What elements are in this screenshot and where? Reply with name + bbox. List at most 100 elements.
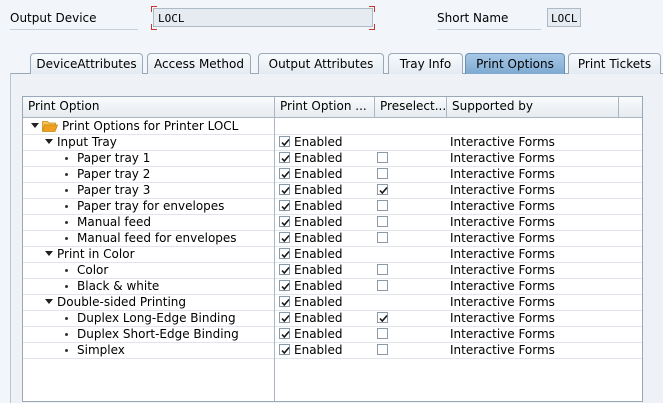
print-option-value: Enabled [294, 327, 343, 341]
preselect-checkbox[interactable] [377, 312, 388, 323]
enabled-checkbox[interactable] [279, 328, 290, 339]
print-option-value: Enabled [294, 343, 343, 357]
short-name-label-underline [437, 29, 541, 30]
print-option-value: Enabled [294, 167, 343, 181]
table-header: Print Option Print Option ... Preselect.… [23, 97, 642, 118]
leaf-bullet-icon [65, 237, 68, 240]
column-header-print-option[interactable]: Print Option [23, 97, 275, 117]
table-row[interactable]: Paper tray 2 Enabled Interactive Forms [23, 166, 642, 183]
print-option-value: Enabled [294, 311, 343, 325]
supported-by-value: Interactive Forms [450, 167, 555, 181]
enabled-checkbox[interactable] [279, 280, 290, 291]
table-row[interactable]: Color Enabled Interactive Forms [23, 262, 642, 279]
supported-by-value: Interactive Forms [450, 295, 555, 309]
column-header-preselect[interactable]: Preselect... [375, 97, 447, 117]
preselect-checkbox[interactable] [377, 280, 388, 291]
leaf-bullet-icon [65, 189, 68, 192]
supported-by-value: Interactive Forms [450, 199, 555, 213]
print-option-value: Enabled [294, 199, 343, 213]
tab-access-method[interactable]: Access Method [147, 53, 251, 74]
node-label: Black & white [77, 279, 160, 293]
supported-by-value: Interactive Forms [450, 279, 555, 293]
table-row[interactable]: Manual feed for envelopes Enabled Interact… [23, 230, 642, 247]
output-device-field[interactable]: LOCL [153, 8, 373, 27]
print-option-value: Enabled [294, 247, 343, 261]
supported-by-value: Interactive Forms [450, 135, 555, 149]
column-divider [274, 97, 275, 401]
output-device-label-underline [10, 29, 138, 30]
leaf-bullet-icon [65, 221, 68, 224]
short-name-field[interactable]: LOCL [547, 8, 581, 27]
table-row[interactable]: Double-sided Printing Enabled Interactive … [23, 294, 642, 311]
print-option-value: Enabled [294, 263, 343, 277]
table-row[interactable]: Paper tray 3 Enabled Interactive Forms [23, 182, 642, 199]
enabled-checkbox[interactable] [279, 184, 290, 195]
tab-print-tickets[interactable]: Print Tickets [568, 53, 661, 74]
tab-print-options[interactable]: Print Options [465, 53, 565, 74]
table-row[interactable]: Paper tray for envelopes Enabled Interacti… [23, 198, 642, 215]
leaf-bullet-icon [65, 173, 68, 176]
preselect-checkbox[interactable] [377, 200, 388, 211]
preselect-checkbox[interactable] [377, 328, 388, 339]
preselect-checkbox[interactable] [377, 184, 388, 195]
table-row[interactable]: Manual feed Enabled Interactive Forms [23, 214, 642, 231]
tab-tray-info[interactable]: Tray Info [388, 53, 463, 74]
supported-by-value: Interactive Forms [450, 151, 555, 165]
enabled-checkbox[interactable] [279, 152, 290, 163]
expand-collapse-icon[interactable] [45, 299, 53, 304]
table-row[interactable]: Paper tray 1 Enabled Interactive Forms [23, 150, 642, 167]
node-label: Double-sided Printing [57, 295, 187, 309]
tab-device-attributes[interactable]: DeviceAttributes [30, 53, 143, 74]
node-label: Manual feed [77, 215, 152, 229]
table-row[interactable]: Duplex Short-Edge Binding Enabled Interact… [23, 326, 642, 343]
preselect-checkbox[interactable] [377, 264, 388, 275]
supported-by-value: Interactive Forms [450, 263, 555, 277]
expand-collapse-icon[interactable] [31, 123, 39, 128]
node-label: Manual feed for envelopes [77, 231, 237, 245]
node-label: Paper tray 2 [77, 167, 151, 181]
preselect-checkbox[interactable] [377, 232, 388, 243]
supported-by-value: Interactive Forms [450, 311, 555, 325]
node-label: Print Options for Printer LOCL [62, 119, 239, 133]
enabled-checkbox[interactable] [279, 296, 290, 307]
enabled-checkbox[interactable] [279, 248, 290, 259]
leaf-bullet-icon [65, 317, 68, 320]
enabled-checkbox[interactable] [279, 232, 290, 243]
node-label: Duplex Long-Edge Binding [77, 311, 236, 325]
node-label: Print in Color [57, 247, 135, 261]
preselect-checkbox[interactable] [377, 168, 388, 179]
node-label: Input Tray [57, 135, 117, 149]
node-label: Simplex [77, 343, 125, 357]
enabled-checkbox[interactable] [279, 200, 290, 211]
leaf-bullet-icon [65, 333, 68, 336]
supported-by-value: Interactive Forms [450, 231, 555, 245]
preselect-checkbox[interactable] [377, 344, 388, 355]
preselect-checkbox[interactable] [377, 152, 388, 163]
supported-by-value: Interactive Forms [450, 247, 555, 261]
leaf-bullet-icon [65, 285, 68, 288]
table-row[interactable]: Print Options for Printer LOCL [23, 118, 642, 135]
node-label: Color [77, 263, 109, 277]
enabled-checkbox[interactable] [279, 312, 290, 323]
open-folder-icon [41, 120, 59, 135]
table-row[interactable]: Black & white Enabled Interactive Forms [23, 278, 642, 295]
table-row[interactable]: Input Tray Enabled Interactive Forms [23, 134, 642, 151]
supported-by-value: Interactive Forms [450, 215, 555, 229]
table-row[interactable]: Duplex Long-Edge Binding Enabled Interacti… [23, 310, 642, 327]
enabled-checkbox[interactable] [279, 216, 290, 227]
preselect-checkbox[interactable] [377, 216, 388, 227]
required-marker [369, 24, 375, 30]
table-row[interactable]: Simplex Enabled Interactive Forms [23, 342, 642, 359]
table-row[interactable]: Print in Color Enabled Interactive Forms [23, 246, 642, 263]
expand-collapse-icon[interactable] [45, 251, 53, 256]
column-header-supported-by[interactable]: Supported by [447, 97, 619, 117]
enabled-checkbox[interactable] [279, 136, 290, 147]
enabled-checkbox[interactable] [279, 168, 290, 179]
enabled-checkbox[interactable] [279, 344, 290, 355]
enabled-checkbox[interactable] [279, 264, 290, 275]
required-marker [151, 6, 157, 12]
print-option-value: Enabled [294, 215, 343, 229]
expand-collapse-icon[interactable] [45, 139, 53, 144]
tab-output-attributes[interactable]: Output Attributes [258, 53, 384, 74]
column-header-print-option-value[interactable]: Print Option ... [275, 97, 375, 117]
